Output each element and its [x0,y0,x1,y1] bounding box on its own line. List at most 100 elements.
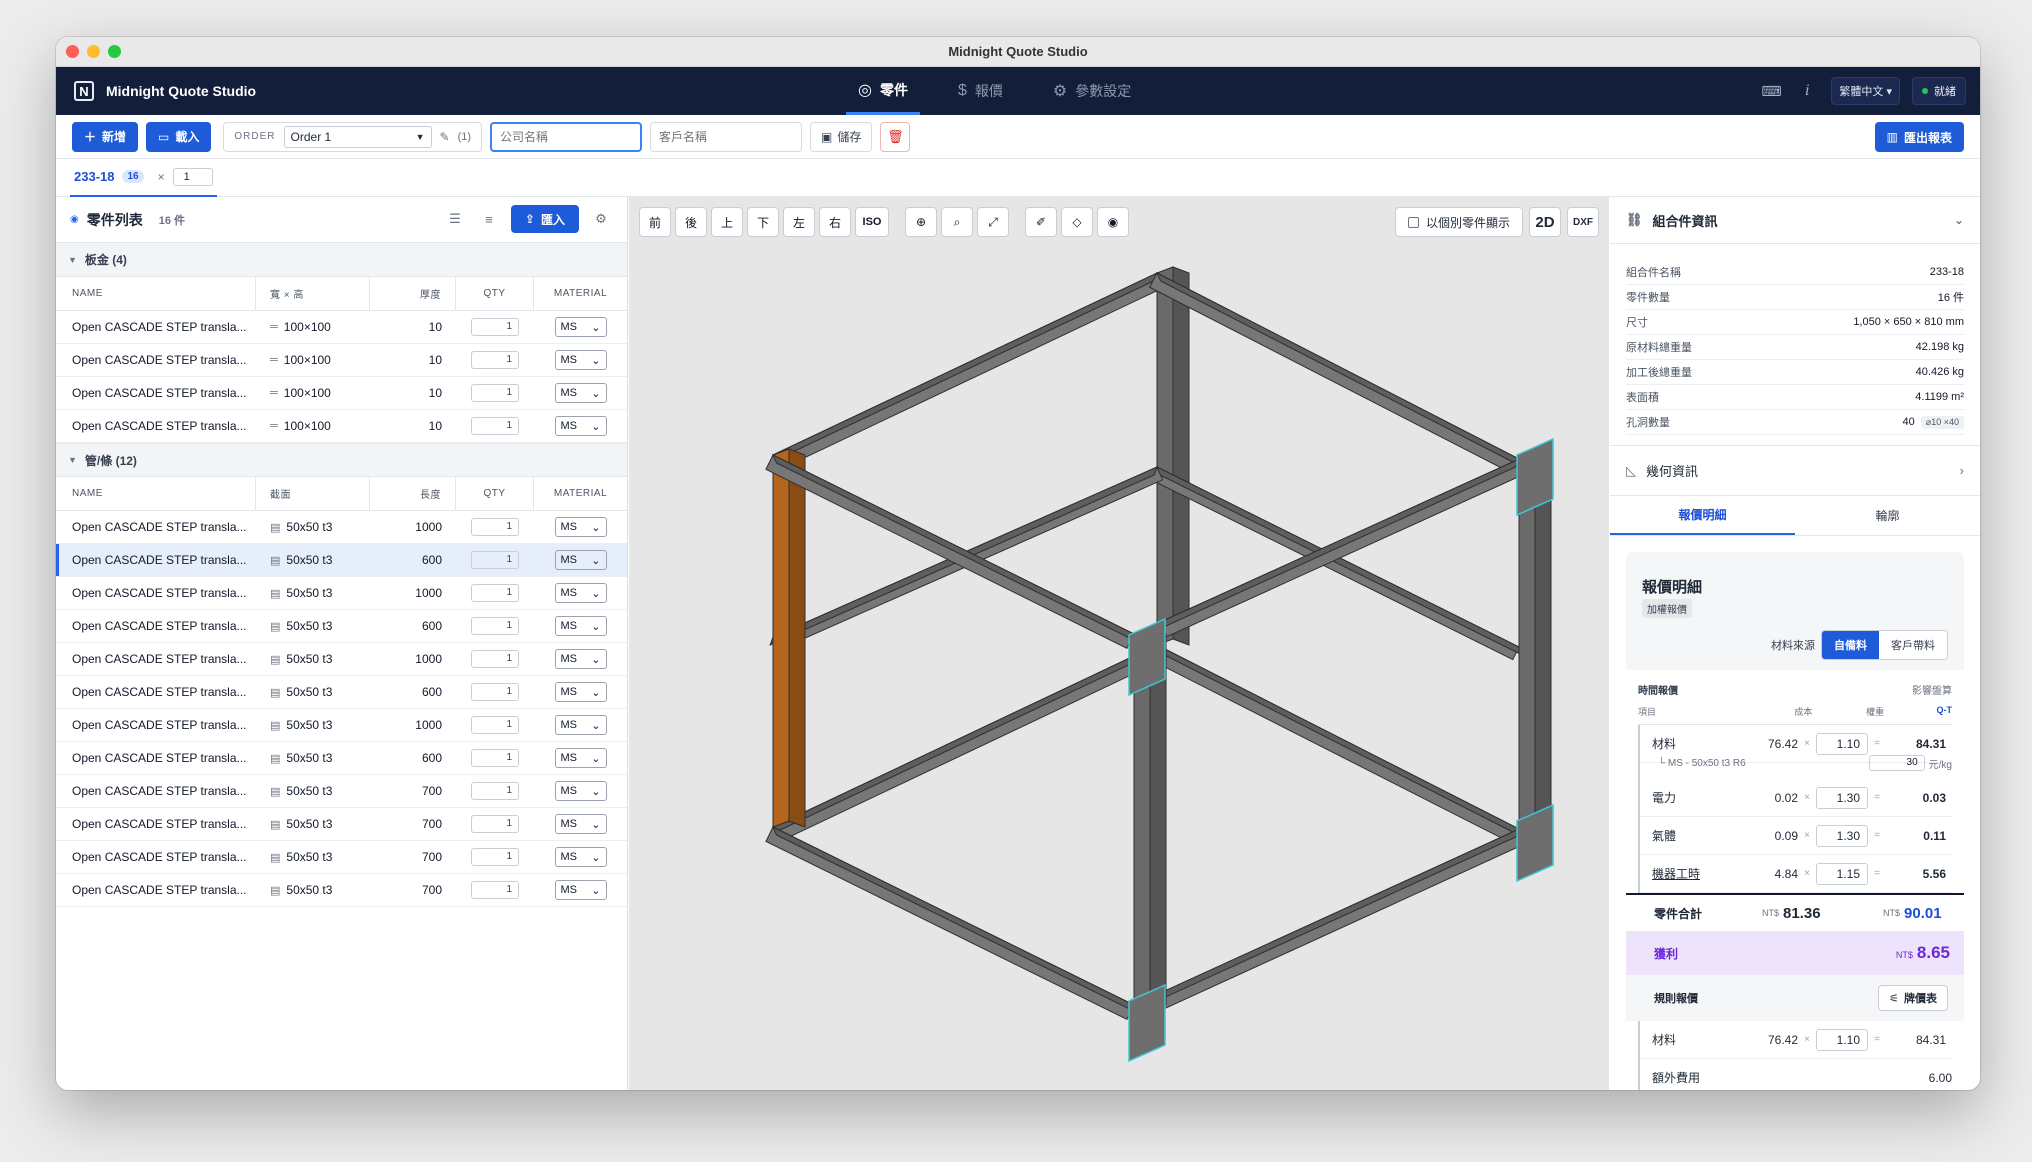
tab-profile[interactable]: 輪廓 [1795,496,1980,535]
tag-icon[interactable]: ◇ [1061,207,1093,237]
close-window-button[interactable] [66,45,79,58]
nav-quote[interactable]: $ 報價 [946,67,1015,115]
material-select[interactable]: MS ⌄ [554,649,607,669]
table-row[interactable]: Open CASCADE STEP transla... ▤ 50x50 t3 600… [56,676,627,709]
view-bottom-button[interactable]: 下 [747,207,779,237]
source-customer-material[interactable]: 客戶帶料 [1879,631,1947,659]
qty-input[interactable]: 1 [471,351,519,369]
col-dim[interactable]: 寬 × 高 [256,277,370,310]
material-select[interactable]: MS ⌄ [554,416,607,436]
material-select[interactable]: MS ⌄ [554,317,607,337]
qty-input[interactable]: 1 [471,782,519,800]
quote-line-weight-input[interactable]: 1.30 [1816,824,1868,847]
source-own-material[interactable]: 自備料 [1822,631,1879,659]
table-row[interactable]: Open CASCADE STEP transla... ═ 100×100 10 1 M… [56,344,627,377]
table-row[interactable]: Open CASCADE STEP transla... ▤ 50x50 t3 700… [56,841,627,874]
table-row[interactable]: Open CASCADE STEP transla... ═ 100×100 10 1 M… [56,377,627,410]
delete-button[interactable]: 🗑 [880,121,911,152]
beam-bottom-front-side[interactable] [1129,828,1520,1014]
rule-line-weight-input[interactable]: 1.10 [1816,1028,1868,1051]
qty-input[interactable]: 1 [471,716,519,734]
sheet-group-header[interactable]: ▼ 板金 (4) [56,243,627,277]
col-length[interactable]: 長度 [370,477,456,510]
material-select[interactable]: MS ⌄ [554,781,607,801]
material-select[interactable]: MS ⌄ [554,616,607,636]
info-icon[interactable]: i [1795,83,1819,99]
col-material[interactable]: MATERIAL [534,477,627,510]
material-select[interactable]: MS ⌄ [554,880,607,900]
minimize-window-button[interactable] [87,45,100,58]
assembly-qty-input[interactable]: 1 [172,167,213,186]
export-report-button[interactable]: ▥ 匯出報表 [1874,122,1964,152]
qty-input[interactable]: 1 [471,683,519,701]
col-name[interactable]: NAME [56,277,256,310]
settings-icon[interactable]: ⚙ [589,206,613,232]
compact-view-icon[interactable]: ≡ [477,206,501,232]
beam-top-right-side[interactable] [1155,271,1524,469]
eye-icon[interactable]: ◉ [1097,207,1129,237]
table-row[interactable]: Open CASCADE STEP transla... ▤ 50x50 t3 600… [56,610,627,643]
new-button[interactable]: ＋ 新增 [72,121,139,152]
save-button[interactable]: ▣ 儲存 [810,121,873,152]
material-select[interactable]: MS ⌄ [554,383,607,403]
view-right-button[interactable]: 右 [819,207,851,237]
table-row[interactable]: Open CASCADE STEP transla... ▤ 50x50 t3 600… [56,742,627,775]
material-select[interactable]: MS ⌄ [554,350,607,370]
pencil-icon[interactable]: ✎ [440,130,450,144]
post-front-right-side[interactable] [1534,452,1552,830]
material-select[interactable]: MS ⌄ [554,550,607,570]
qty-input[interactable]: 1 [471,518,519,536]
col-section[interactable]: 截面 [256,477,370,510]
load-button[interactable]: ▭ 載入 [146,121,212,152]
table-row[interactable]: Open CASCADE STEP transla... ▤ 50x50 t3 600… [56,544,627,577]
material-select[interactable]: MS ⌄ [554,847,607,867]
center-icon[interactable]: ⊕ [905,207,937,237]
table-row[interactable]: Open CASCADE STEP transla... ▤ 50x50 t3 100… [56,709,627,742]
table-row[interactable]: Open CASCADE STEP transla... ▤ 50x50 t3 700… [56,775,627,808]
table-row[interactable]: Open CASCADE STEP transla... ═ 100×100 10 1 M… [56,311,627,344]
col-material[interactable]: MATERIAL [534,277,627,310]
qty-input[interactable]: 1 [471,318,519,336]
qty-input[interactable]: 1 [471,417,519,435]
keyboard-icon[interactable]: ⌨ [1759,83,1783,100]
nav-settings[interactable]: ⚙ 參數設定 [1041,67,1143,115]
beam-top-back-side[interactable] [768,271,1158,465]
geometry-header[interactable]: ◺ 幾何資訊 › [1610,446,1980,496]
price-list-button[interactable]: ⚟ 牌價表 [1878,985,1948,1011]
qty-input[interactable]: 1 [471,749,519,767]
order-select[interactable]: Order 1 ▼ [283,125,432,148]
language-select[interactable]: 繁體中文 ▾ [1831,77,1900,105]
quote-line-weight-input[interactable]: 1.10 [1816,732,1868,755]
tab-quote-detail[interactable]: 報價明細 [1610,496,1795,535]
view-left-button[interactable]: 左 [783,207,815,237]
post-back-right[interactable] [1156,266,1174,646]
qty-input[interactable]: 1 [471,650,519,668]
import-button[interactable]: ⇪ 匯入 [510,205,579,233]
assembly-tab[interactable]: 233-18 16 × 1 [70,159,217,197]
nav-parts[interactable]: ◎ 零件 [846,67,920,115]
zoom-icon[interactable]: ⌕ [941,207,973,237]
quote-line-weight-input[interactable]: 1.30 [1816,786,1868,809]
material-select[interactable]: MS ⌄ [554,682,607,702]
qty-input[interactable]: 1 [471,551,519,569]
material-select[interactable]: MS ⌄ [554,715,607,735]
table-row[interactable]: Open CASCADE STEP transla... ═ 100×100 10 1 M… [56,410,627,443]
qty-input[interactable]: 1 [471,881,519,899]
table-row[interactable]: Open CASCADE STEP transla... ▤ 50x50 t3 700… [56,874,627,907]
3d-viewport[interactable] [629,197,1609,1090]
view-back-button[interactable]: 後 [675,207,707,237]
qty-input[interactable]: 1 [471,617,519,635]
2d-button[interactable]: 2D [1529,207,1561,237]
company-name-input[interactable] [490,121,643,152]
qty-input[interactable]: 1 [471,815,519,833]
qty-input[interactable]: 1 [471,384,519,402]
table-row[interactable]: Open CASCADE STEP transla... ▤ 50x50 t3 700… [56,808,627,841]
view-iso-button[interactable]: ISO [855,207,889,237]
beam-bottom-right-side[interactable] [1155,643,1524,839]
view-front-button[interactable]: 前 [639,207,671,237]
material-select[interactable]: MS ⌄ [554,814,607,834]
beam-bottom-left-side[interactable] [771,825,1139,1015]
unit-price-input[interactable]: 30 [1868,755,1925,771]
post-back-left-selected-side[interactable] [788,448,806,828]
quote-line-weight-input[interactable]: 1.15 [1816,862,1868,885]
